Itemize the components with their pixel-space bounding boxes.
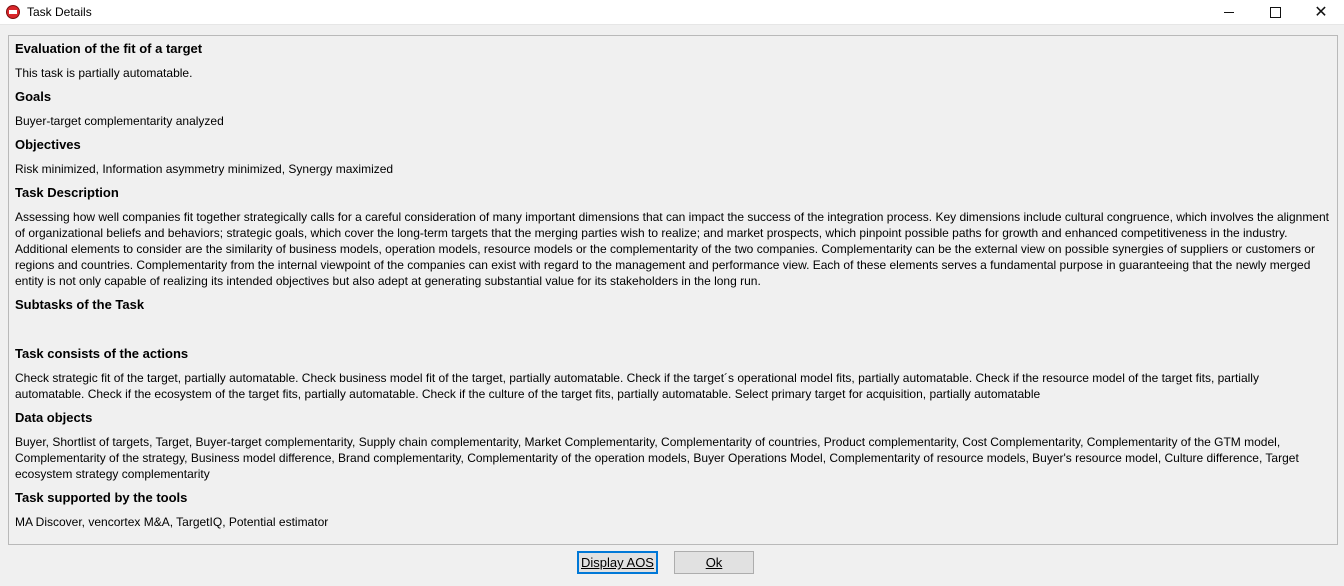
minimize-button[interactable] [1206, 0, 1252, 24]
evaluation-heading: Evaluation of the fit of a target [15, 41, 203, 56]
maximize-button[interactable] [1252, 0, 1298, 24]
goals-text: Buyer-target complementarity analyzed [15, 114, 224, 128]
close-icon: ✕ [1314, 2, 1328, 21]
display-aos-label: Display AOS [581, 555, 654, 570]
close-button[interactable]: ✕ [1298, 0, 1344, 24]
tools-text: MA Discover, vencortex M&A, TargetIQ, Po… [15, 515, 329, 529]
goals-heading: Goals [15, 89, 52, 104]
subtasks-list [15, 313, 1331, 345]
window-title: Task Details [27, 5, 92, 19]
tools-heading: Task supported by the tools [15, 490, 188, 505]
objectives-text: Risk minimized, Information asymmetry mi… [15, 162, 394, 176]
data-objects-heading: Data objects [15, 410, 93, 425]
task-details-panel: Evaluation of the fit of a target This t… [8, 35, 1338, 545]
actions-heading: Task consists of the actions [15, 346, 189, 361]
app-logo-icon [6, 5, 20, 19]
actions-text: Check strategic fit of the target, parti… [15, 371, 1259, 401]
evaluation-text: This task is partially automatable. [15, 66, 193, 80]
objectives-heading: Objectives [15, 137, 81, 152]
title-bar[interactable]: Task Details ✕ [0, 0, 1344, 25]
display-aos-button[interactable]: Display AOS [577, 551, 658, 574]
task-description-text: Assessing how well companies fit togethe… [15, 210, 1329, 288]
maximize-icon [1269, 6, 1281, 18]
task-description-heading: Task Description [15, 185, 119, 200]
data-objects-text: Buyer, Shortlist of targets, Target, Buy… [15, 435, 1299, 481]
ok-button[interactable]: Ok [674, 551, 754, 574]
subtasks-heading: Subtasks of the Task [15, 297, 145, 312]
minimize-icon [1224, 11, 1234, 13]
ok-label: Ok [705, 555, 723, 570]
